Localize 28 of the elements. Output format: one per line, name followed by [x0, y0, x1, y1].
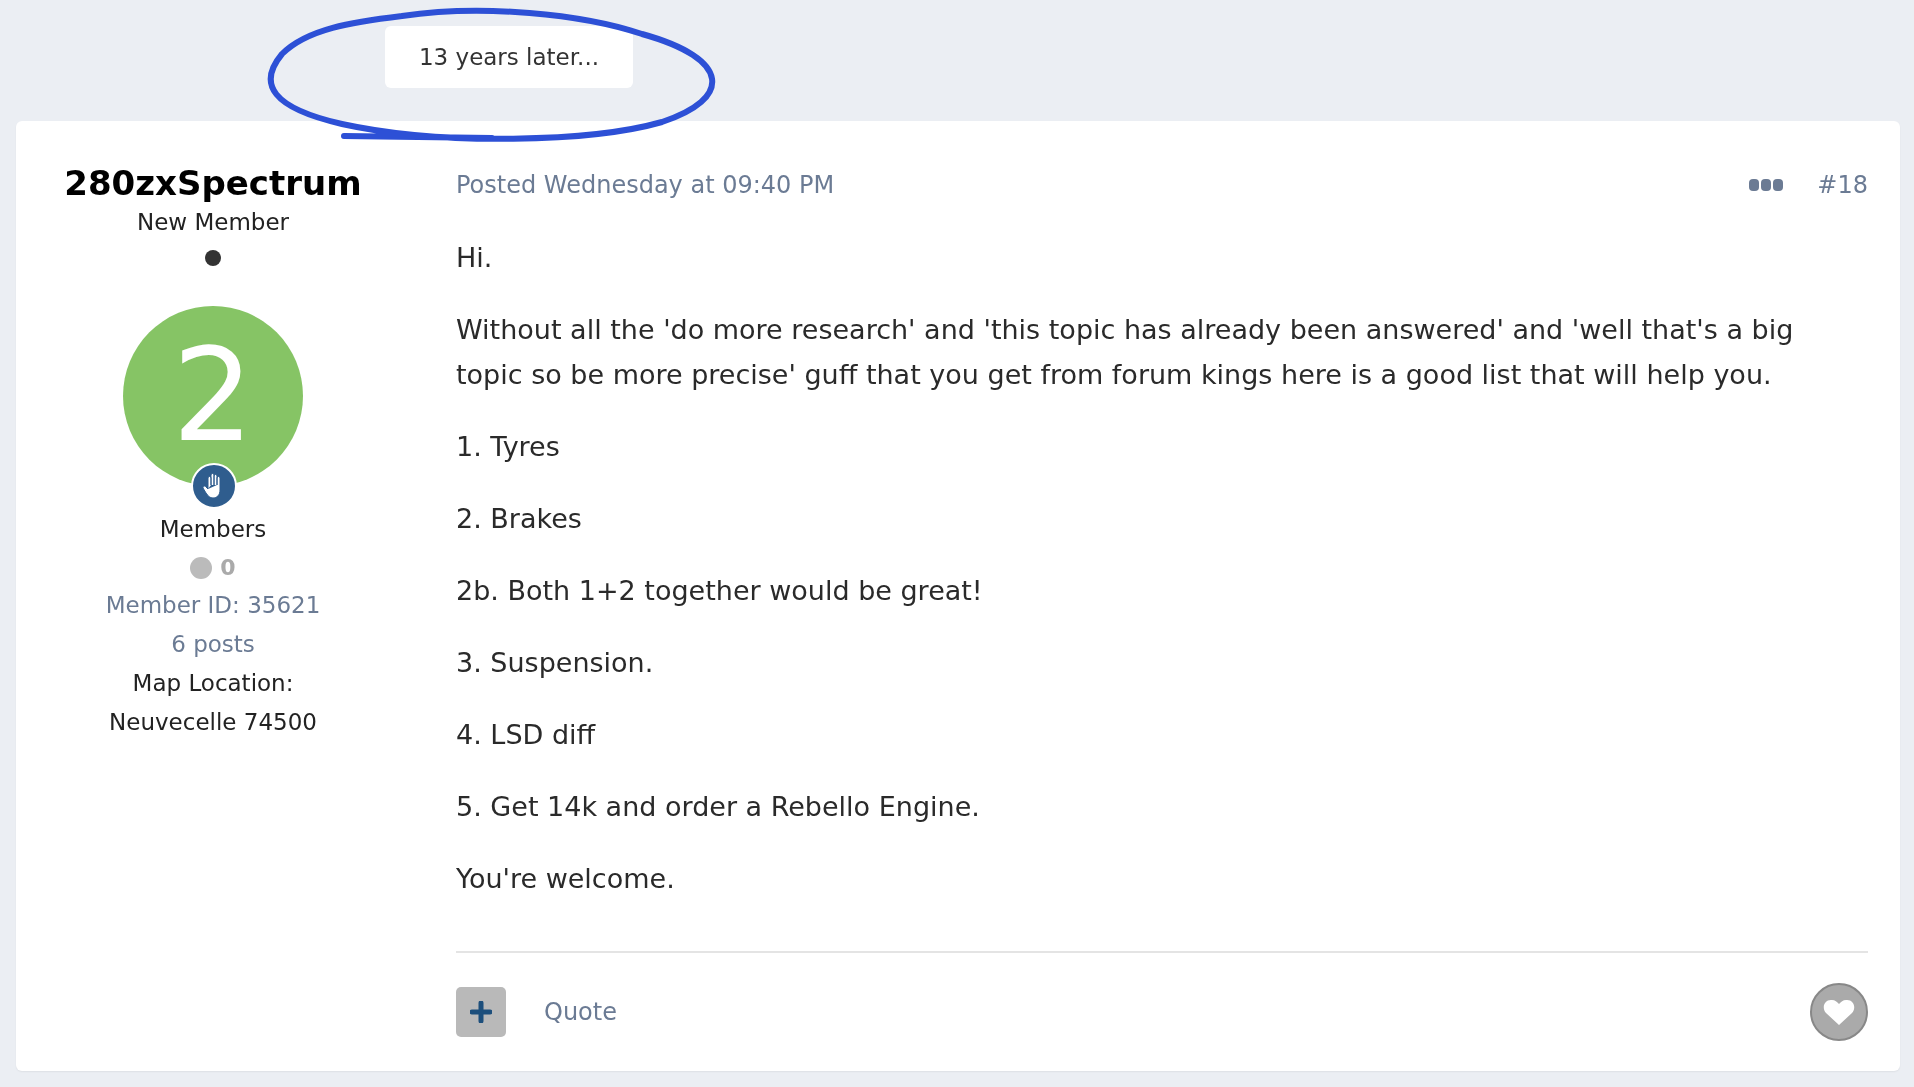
reputation-icon [190, 556, 213, 579]
post-paragraph: Without all the 'do more research' and 'this topic has already been answered' and 'well that's a big topic so be more precise' guff that you get from forum kings here is a good list that will help you. [456, 313, 1795, 392]
post-paragraph: 3. Suspension. [456, 646, 655, 680]
location-value: Neuvecelle 74500 [109, 708, 317, 737]
member-title: New Member [136, 208, 290, 237]
post-paragraph: You're welcome. [456, 862, 676, 896]
member-id: Member ID: 35621 [105, 591, 321, 620]
post-paragraph: 2. Brakes [456, 502, 583, 536]
member-group: Members [159, 510, 267, 549]
plus-button[interactable] [456, 987, 506, 1037]
reputation-count: 0 [220, 555, 236, 580]
post-number[interactable]: #18 [1817, 171, 1868, 199]
like-button[interactable] [1810, 983, 1868, 1041]
post-date: Posted Wednesday at 09:40 PM [456, 171, 836, 199]
post-paragraph: 5. Get 14k and order a Rebello Engine. [456, 790, 981, 824]
post-paragraph: Hi. [456, 241, 494, 275]
quote-link[interactable]: Quote [544, 998, 1810, 1026]
plus-icon [470, 1001, 492, 1023]
author-name[interactable]: 280zxSpectrum [64, 163, 362, 203]
more-options-icon[interactable] [1749, 179, 1784, 191]
post-count[interactable]: 6 posts [171, 625, 255, 664]
location-label: Map Location: [132, 669, 294, 698]
heart-icon [1823, 998, 1855, 1026]
separator-label: 13 years later... [385, 26, 633, 88]
post-paragraph: 4. LSD diff [456, 718, 597, 752]
hand-icon [191, 463, 237, 509]
post-paragraph: 1. Tyres [456, 430, 561, 464]
post-paragraph: 2b. Both 1+2 together would be great! [456, 574, 984, 608]
